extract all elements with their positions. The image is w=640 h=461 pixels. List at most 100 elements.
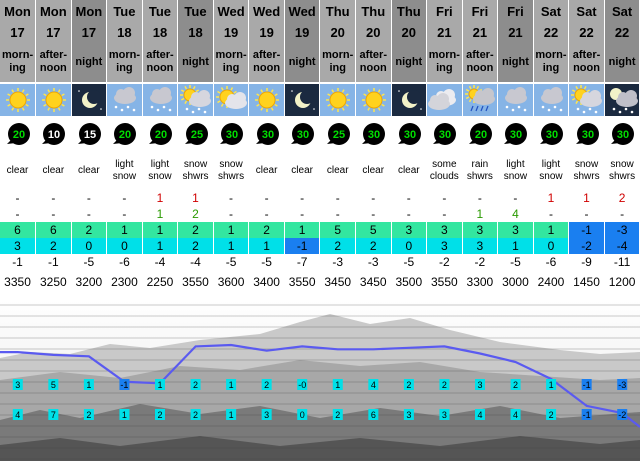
day-date-cell: 19 — [248, 22, 285, 42]
weather-icon-cell-cell — [391, 82, 428, 118]
time-of-day-cell: morn-ing — [213, 42, 250, 82]
time-of-day-label: night — [288, 55, 316, 68]
wind-cell-cell: 25 — [177, 118, 214, 152]
wind-speed: 25 — [190, 129, 202, 141]
time-of-day-label: after- — [146, 49, 174, 61]
wind-chill-cell: -5 — [497, 254, 534, 270]
time-of-day-cell: after-noon — [568, 42, 605, 82]
rain-amount-cell: - — [213, 206, 250, 222]
time-of-day-label: noon — [146, 62, 174, 74]
time-of-day-label: after- — [359, 49, 387, 61]
max-temp-value: 6 — [49, 223, 57, 237]
day-label: Fri — [507, 3, 524, 19]
upper-temp-marker: 1 — [549, 380, 554, 390]
freezing-level-cell: 3250 — [35, 270, 72, 294]
wind-arrow-icon: 30 — [611, 123, 635, 145]
sun-icon — [249, 84, 284, 116]
wind-cell-cell: 30 — [391, 118, 428, 152]
freezing-level-cell: 3000 — [497, 270, 534, 294]
min-temp-value: 3 — [440, 239, 448, 253]
snow-value: - — [264, 191, 269, 205]
min-temp-cell: -4 — [604, 238, 640, 254]
rain-value: - — [548, 207, 553, 221]
max-temp-value: -1 — [581, 223, 592, 237]
rain-amount-cell: - — [355, 206, 392, 222]
freezing-level-value: 3550 — [288, 275, 316, 289]
rain-amount-row: - - - - 1 2 - - - - - - - 1 4 - - - — [0, 206, 640, 222]
upper-temp-marker: 2 — [513, 380, 518, 390]
wind-speed: 10 — [48, 129, 60, 141]
day-name-cell: Wed — [213, 0, 250, 22]
wind-cell-cell: 20 — [0, 118, 37, 152]
time-of-day-cell: night — [391, 42, 428, 82]
max-temp-row: 6 6 2 1 1 2 1 2 1 5 5 3 3 3 3 1 -1 -3 — [0, 222, 640, 238]
description-row: clear clear clear light snow light snow snow shw… — [0, 152, 640, 190]
lower-temp-marker: 2 — [193, 410, 198, 420]
weather-description: clear — [291, 165, 313, 176]
wind-speed: 20 — [155, 129, 167, 141]
time-of-day-cell: after-noon — [462, 42, 499, 82]
snow-amount-cell: 2 — [604, 190, 640, 206]
time-of-day-label: ing — [116, 62, 133, 74]
time-of-day-row: morn-ing after-noon night morn-ing after-noo… — [0, 42, 640, 82]
day-name-cell: Sat — [604, 0, 640, 22]
wind-chill-cell: -11 — [604, 254, 640, 270]
description-cell: light snow — [497, 152, 534, 190]
min-temp-value: 2 — [49, 239, 57, 253]
day-name-cell: Fri — [426, 0, 463, 22]
min-temp-cell: 0 — [391, 238, 428, 254]
lower-temp-marker: 4 — [15, 410, 20, 420]
wind-chill-cell: -3 — [355, 254, 392, 270]
max-temp-value: 5 — [334, 223, 342, 237]
snow-cloud-icon — [142, 84, 177, 116]
weather-description: clouds — [429, 171, 459, 182]
wind-cell-cell: 30 — [355, 118, 392, 152]
wind-arrow-icon: 30 — [397, 123, 421, 145]
max-temp-cell: 1 — [213, 222, 250, 238]
freezing-level-cell: 2250 — [142, 270, 179, 294]
snow-value: - — [51, 191, 56, 205]
max-temp-cell: 6 — [0, 222, 37, 238]
max-temp-value: 1 — [121, 223, 128, 237]
weather-icon-cell-cell — [248, 82, 285, 118]
min-temp-value: 0 — [547, 239, 555, 253]
max-temp-cell: 3 — [462, 222, 499, 238]
wind-arrow-icon: 10 — [42, 123, 66, 145]
time-of-day-label: ing — [542, 62, 560, 74]
date-label: 21 — [437, 24, 452, 40]
description-cell: snow shwrs — [568, 152, 605, 190]
min-temp-cell: 1 — [142, 238, 179, 254]
cloud-icon — [427, 84, 462, 116]
snow-value: - — [477, 191, 482, 205]
wind-arrow-icon: 30 — [291, 123, 315, 145]
date-label: 19 — [223, 24, 239, 40]
day-name-cell: Mon — [0, 0, 37, 22]
max-temp-value: 2 — [192, 223, 199, 237]
freezing-level-value: 3200 — [75, 275, 103, 289]
snow-amount-cell: 1 — [568, 190, 605, 206]
wind-chill-cell: -9 — [568, 254, 605, 270]
snow-value: - — [442, 191, 447, 205]
weather-icon-cell-cell — [426, 82, 463, 118]
time-of-day-cell: night — [177, 42, 214, 82]
day-name-cell: Sat — [533, 0, 570, 22]
wind-cell-row: 20 10 15 20 20 25 30 30 30 25 30 30 30 20 30 30 30 30 — [0, 118, 640, 152]
day-date-cell: 21 — [462, 22, 499, 42]
weather-description: light — [150, 159, 170, 170]
min-temp-row: 3 2 0 0 1 2 1 1 -1 2 2 0 3 3 1 0 -2 -4 — [0, 238, 640, 254]
wind-chill-value: -6 — [119, 255, 130, 269]
min-temp-cell: 2 — [355, 238, 392, 254]
sun-icon — [355, 84, 391, 116]
wind-speed: 30 — [510, 129, 522, 141]
weather-description: shwrs — [182, 171, 209, 182]
wind-chill-row: -1 -1 -5 -6 -4 -4 -5 -5 -7 -3 -3 -5 -2 -2 -5 -6 -9 -11 — [0, 254, 640, 270]
freezing-level-value: 3300 — [466, 275, 494, 289]
description-cell: light snow — [533, 152, 570, 190]
rain-value: - — [86, 207, 91, 221]
weather-icon-cell-cell — [71, 82, 108, 118]
day-date-cell: 17 — [0, 22, 37, 42]
description-cell: snow shwrs — [177, 152, 214, 190]
time-of-day-label: night — [608, 55, 636, 68]
rain-value: - — [442, 207, 447, 221]
freezing-level-value: 3000 — [502, 275, 529, 289]
